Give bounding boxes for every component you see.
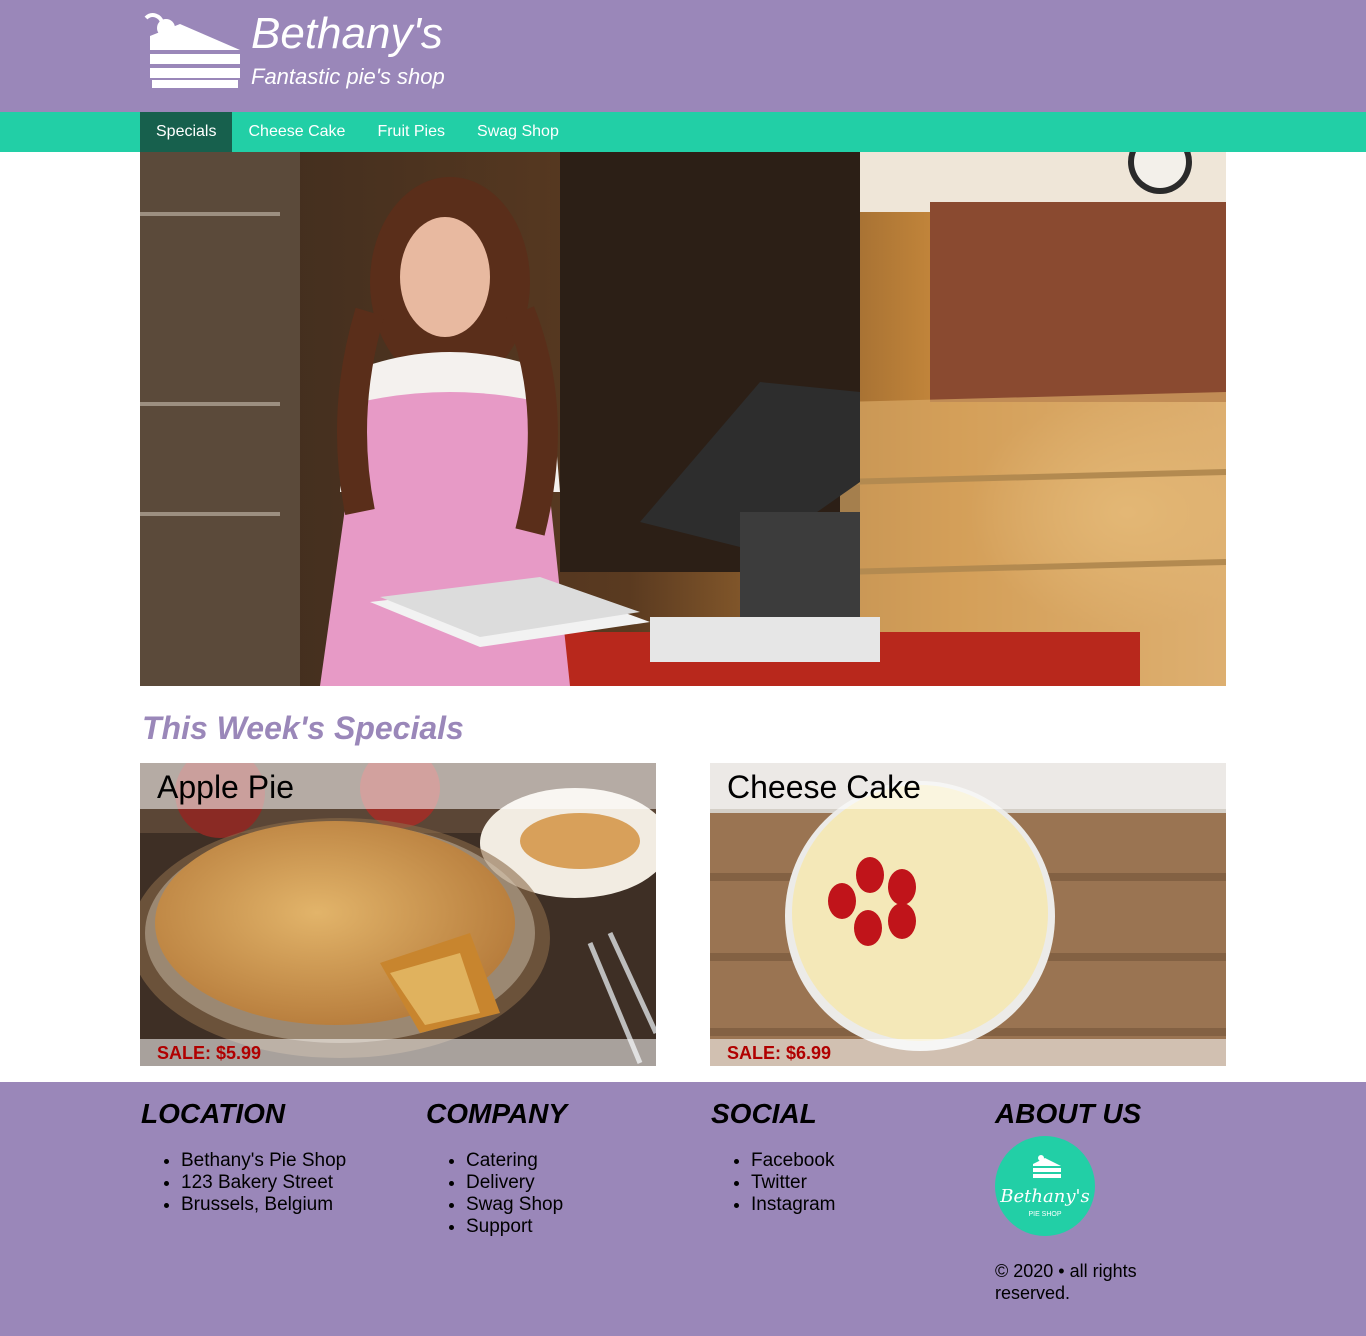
pie-shop-logo-badge: Bethany's PIE SHOP (995, 1136, 1095, 1236)
list-item[interactable]: Support (466, 1216, 567, 1238)
footer-heading: COMPANY (426, 1098, 568, 1129)
special-price: SALE: $5.99 (157, 1043, 262, 1063)
hero-image (140, 152, 1226, 686)
list-item: Bethany's Pie Shop (181, 1150, 346, 1172)
special-price: SALE: $6.99 (727, 1043, 832, 1063)
brand-name[interactable]: Bethany's (251, 9, 443, 59)
logo-text: Bethany's (999, 1186, 1089, 1207)
special-card-apple-pie[interactable]: Apple Pie SALE: $5.99 (140, 763, 656, 1066)
nav-item-specials[interactable]: Specials (140, 112, 233, 152)
footer-social: SOCIAL Facebook Twitter Instagram (711, 1096, 835, 1216)
logo-subtext: PIE SHOP (1028, 1211, 1061, 1218)
specials-title: This Week's Specials (142, 710, 464, 746)
nav-item-cheese-cake[interactable]: Cheese Cake (232, 112, 361, 152)
footer-location: LOCATION Bethany's Pie Shop 123 Bakery S… (141, 1096, 346, 1216)
list-item[interactable]: Facebook (751, 1150, 835, 1172)
list-item: 123 Bakery Street (181, 1172, 346, 1194)
list-item[interactable]: Swag Shop (466, 1194, 567, 1216)
main-nav: Specials Cheese Cake Fruit Pies Swag Sho… (0, 112, 1366, 152)
special-card-cheese-cake[interactable]: Cheese Cake SALE: $6.99 (710, 763, 1226, 1066)
list-item: Brussels, Belgium (181, 1194, 346, 1216)
nav-item-swag-shop[interactable]: Swag Shop (461, 112, 575, 152)
brand-tagline: Fantastic pie's shop (251, 64, 445, 89)
site-header: Bethany's Fantastic pie's shop (0, 0, 1366, 112)
list-item[interactable]: Catering (466, 1150, 567, 1172)
nav-item-fruit-pies[interactable]: Fruit Pies (361, 112, 461, 152)
footer-heading: LOCATION (141, 1098, 286, 1129)
special-name: Apple Pie (157, 769, 294, 805)
list-item[interactable]: Delivery (466, 1172, 567, 1194)
list-item[interactable]: Instagram (751, 1194, 835, 1216)
footer-about: ABOUT US (995, 1096, 1141, 1132)
special-name: Cheese Cake (727, 769, 921, 805)
footer-company: COMPANY Catering Delivery Swag Shop Supp… (426, 1096, 567, 1238)
cake-slice-icon[interactable] (140, 10, 242, 90)
copyright-text: © 2020 • all rights reserved. (995, 1261, 1137, 1303)
footer-heading: ABOUT US (995, 1098, 1142, 1129)
footer-heading: SOCIAL (711, 1098, 817, 1129)
list-item[interactable]: Twitter (751, 1172, 835, 1194)
